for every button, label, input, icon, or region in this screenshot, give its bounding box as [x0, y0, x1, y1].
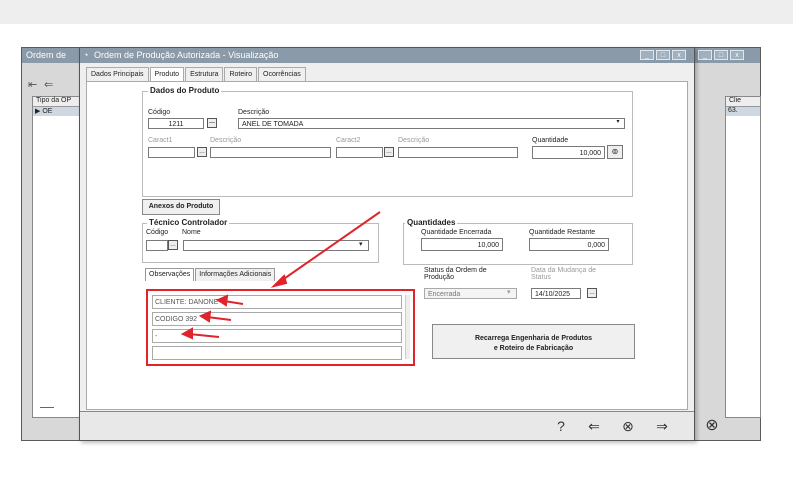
annotation-arrowhead [180, 327, 193, 340]
annotation-overlay [180, 211, 381, 340]
annotation-arrow-line [277, 211, 381, 284]
annotation-arrow-line [188, 333, 220, 338]
annotation-arrowhead [198, 310, 212, 323]
annotation-arrowhead [215, 294, 229, 307]
annotation-arrowhead [270, 274, 288, 288]
annotation-arrow-line [206, 316, 232, 321]
